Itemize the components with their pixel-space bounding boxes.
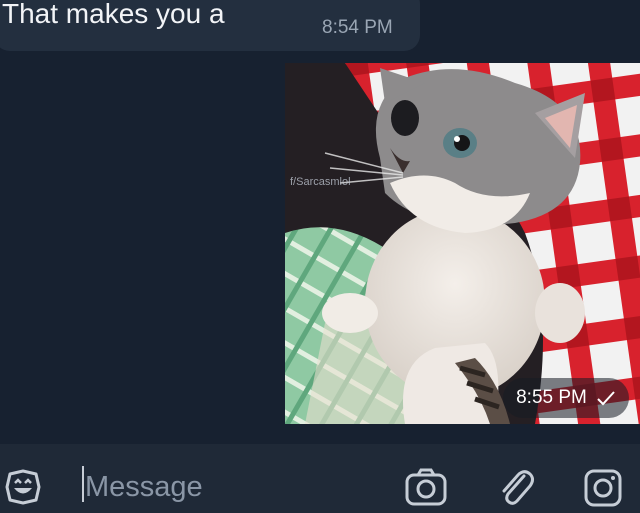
chat-area: That makes you a 8:54 PM f/Sarcasmlol 8:… xyxy=(0,0,640,444)
kitten-photo xyxy=(285,63,640,424)
message-placeholder: Message xyxy=(85,471,203,503)
photo-time-text: 8:55 PM xyxy=(516,387,587,408)
attach-icon[interactable] xyxy=(497,466,537,508)
text-caret xyxy=(82,466,84,502)
message-input[interactable]: Message xyxy=(82,466,382,503)
photo-timestamp: 8:55 PM xyxy=(503,378,629,418)
message-text: That makes you a xyxy=(2,0,225,29)
emoji-icon[interactable] xyxy=(4,468,42,506)
camera-icon[interactable] xyxy=(404,468,448,508)
incoming-message-bubble[interactable]: That makes you a 8:54 PM xyxy=(0,0,420,51)
single-check-icon xyxy=(597,391,615,406)
photo-message[interactable]: f/Sarcasmlol xyxy=(285,63,640,424)
instagram-icon[interactable] xyxy=(582,467,624,509)
message-time: 8:54 PM xyxy=(322,17,393,38)
photo-watermark: f/Sarcasmlol xyxy=(290,176,351,188)
